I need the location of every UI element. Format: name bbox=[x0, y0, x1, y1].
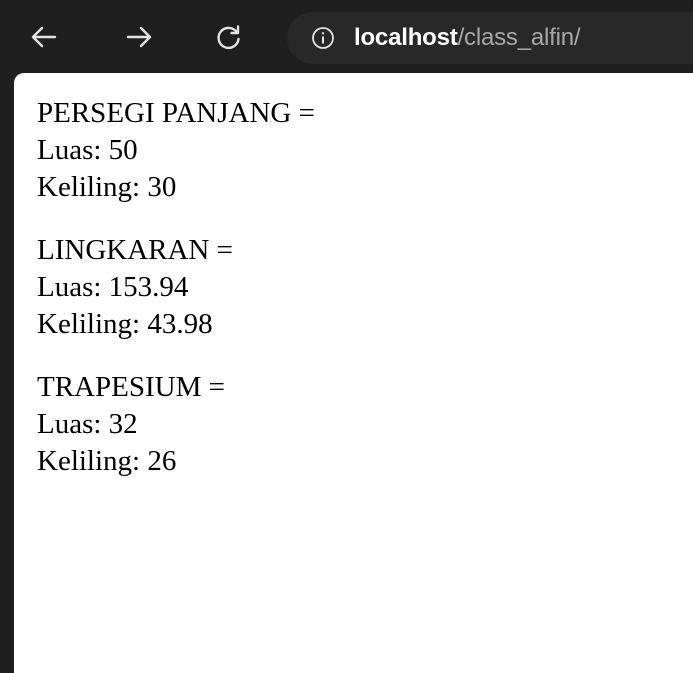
shape-block-lingkaran: LINGKARAN = Luas: 153.94 Keliling: 43.98 bbox=[37, 232, 315, 343]
forward-button[interactable] bbox=[118, 16, 160, 58]
url-host: localhost bbox=[354, 24, 458, 51]
shape-title: TRAPESIUM = bbox=[37, 371, 225, 403]
shape-area: Luas: 50 bbox=[37, 134, 138, 166]
shape-area: Luas: 153.94 bbox=[37, 271, 189, 303]
page-content: PERSEGI PANJANG = Luas: 50 Keliling: 30 … bbox=[14, 73, 693, 673]
shape-output: PERSEGI PANJANG = Luas: 50 Keliling: 30 … bbox=[37, 95, 315, 506]
shape-area: Luas: 32 bbox=[37, 408, 138, 440]
url-path: /class_alfin/ bbox=[457, 24, 581, 51]
arrow-right-icon bbox=[124, 22, 154, 52]
shape-block-persegi-panjang: PERSEGI PANJANG = Luas: 50 Keliling: 30 bbox=[37, 95, 315, 206]
shape-perimeter: Keliling: 43.98 bbox=[37, 308, 213, 340]
shape-title: LINGKARAN = bbox=[37, 234, 233, 266]
address-bar[interactable]: localhost/class_alfin/ bbox=[287, 12, 693, 64]
shape-title: PERSEGI PANJANG = bbox=[37, 97, 315, 129]
reload-button[interactable] bbox=[208, 16, 250, 58]
arrow-left-icon bbox=[29, 22, 59, 52]
url-text[interactable]: localhost/class_alfin/ bbox=[354, 23, 581, 53]
reload-icon bbox=[215, 23, 243, 51]
shape-perimeter: Keliling: 30 bbox=[37, 171, 177, 203]
back-button[interactable] bbox=[23, 16, 65, 58]
shape-block-trapesium: TRAPESIUM = Luas: 32 Keliling: 26 bbox=[37, 369, 315, 480]
shape-perimeter: Keliling: 26 bbox=[37, 445, 177, 477]
info-icon[interactable] bbox=[311, 26, 335, 50]
browser-toolbar: localhost/class_alfin/ bbox=[0, 0, 693, 74]
